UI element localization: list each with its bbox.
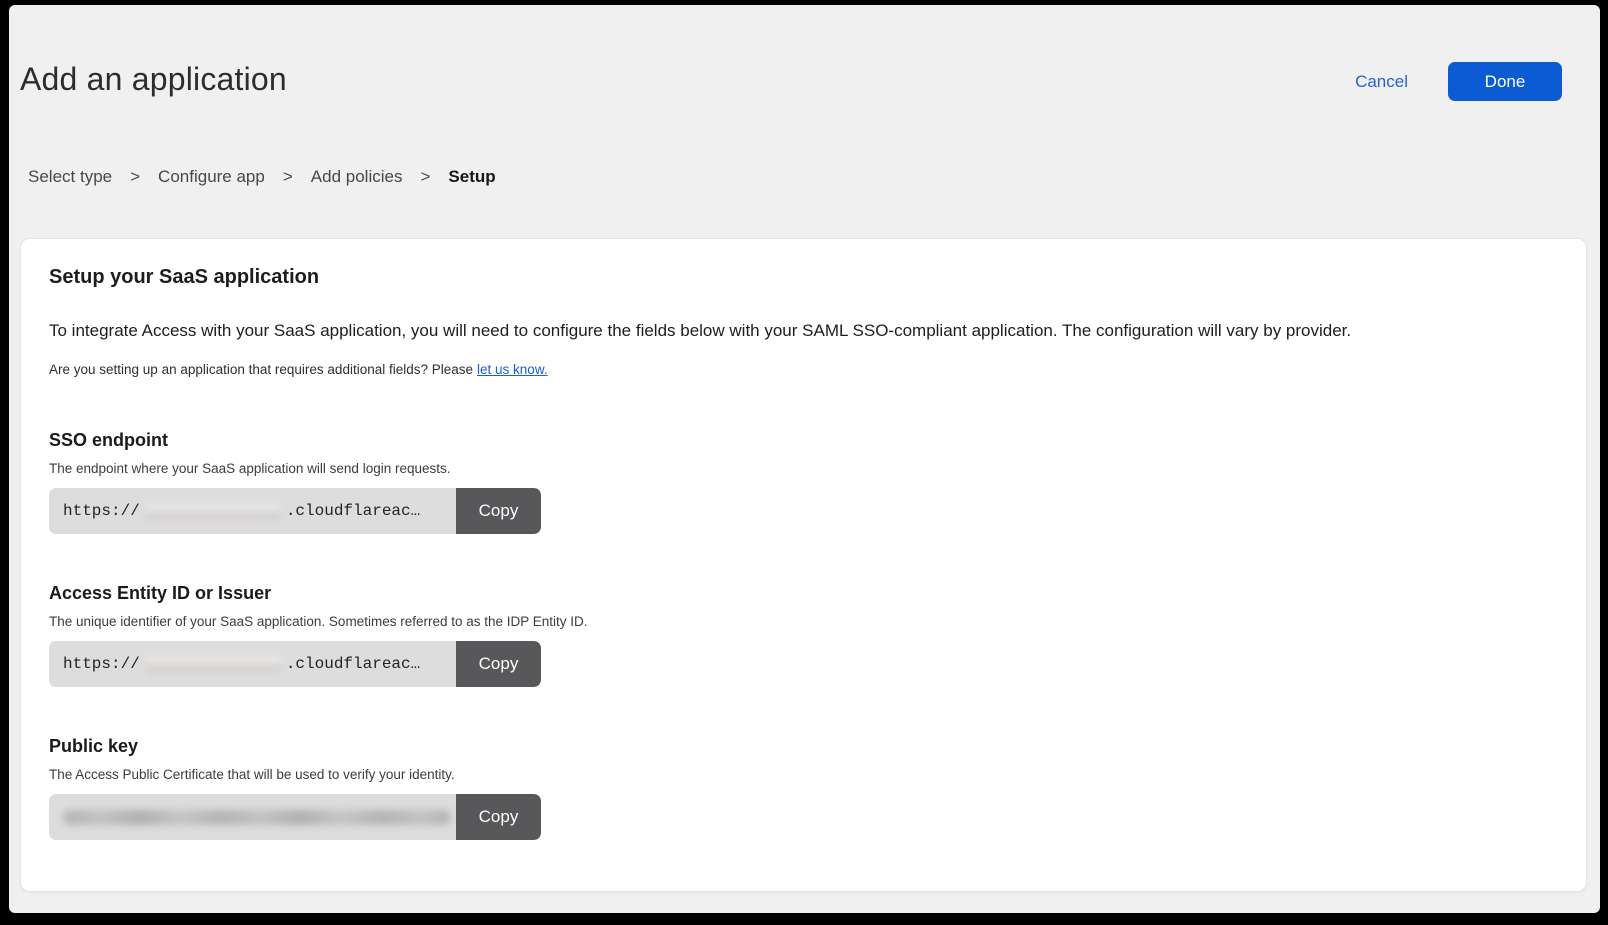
note-text: Are you setting up an application that r… bbox=[49, 362, 473, 377]
redacted-value-blur bbox=[143, 503, 283, 520]
field-value-suffix: .cloudflareac… bbox=[286, 502, 420, 520]
breadcrumb-step-select-type: Select type bbox=[28, 167, 112, 187]
header-actions: Cancel Done bbox=[1355, 62, 1562, 101]
card-title: Setup your SaaS application bbox=[49, 264, 1558, 291]
breadcrumb-separator: > bbox=[420, 167, 430, 187]
field-label: Public key bbox=[49, 736, 1558, 757]
additional-fields-note: Are you setting up an application that r… bbox=[49, 361, 1558, 378]
field-description: The unique identifier of your SaaS appli… bbox=[49, 613, 1558, 630]
field-section: Access Entity ID or Issuer The unique id… bbox=[49, 583, 1558, 687]
copy-button[interactable]: Copy bbox=[456, 794, 541, 840]
redacted-value-blur bbox=[63, 810, 451, 825]
cancel-button[interactable]: Cancel bbox=[1355, 72, 1408, 92]
breadcrumb: Select type > Configure app > Add polici… bbox=[28, 167, 1600, 187]
breadcrumb-separator: > bbox=[130, 167, 140, 187]
field-label: Access Entity ID or Issuer bbox=[49, 583, 1558, 604]
field-value-prefix: https:// bbox=[63, 502, 140, 520]
field-label: SSO endpoint bbox=[49, 430, 1558, 451]
card-intro: To integrate Access with your SaaS appli… bbox=[49, 319, 1549, 343]
app-window: Add an application Cancel Done Select ty… bbox=[9, 5, 1600, 913]
done-button[interactable]: Done bbox=[1448, 62, 1562, 101]
breadcrumb-step-setup: Setup bbox=[448, 167, 495, 187]
copy-button[interactable]: Copy bbox=[456, 641, 541, 687]
breadcrumb-separator: > bbox=[283, 167, 293, 187]
let-us-know-link[interactable]: let us know. bbox=[477, 362, 548, 377]
page-title: Add an application bbox=[20, 61, 287, 98]
field-value-row: https:// .cloudflareac… Copy bbox=[49, 488, 541, 534]
fields-container: SSO endpoint The endpoint where your Saa… bbox=[49, 430, 1558, 840]
setup-card: Setup your SaaS application To integrate… bbox=[20, 238, 1587, 892]
breadcrumb-step-add-policies: Add policies bbox=[311, 167, 403, 187]
field-value-prefix: https:// bbox=[63, 655, 140, 673]
field-section: SSO endpoint The endpoint where your Saa… bbox=[49, 430, 1558, 534]
page-header: Add an application Cancel Done bbox=[9, 5, 1600, 101]
redacted-value-blur bbox=[143, 656, 283, 673]
field-description: The endpoint where your SaaS application… bbox=[49, 460, 1558, 477]
field-value-box bbox=[49, 794, 456, 840]
copy-button[interactable]: Copy bbox=[456, 488, 541, 534]
breadcrumb-step-configure-app: Configure app bbox=[158, 167, 265, 187]
field-value-box: https:// .cloudflareac… bbox=[49, 641, 456, 687]
field-value-row: Copy bbox=[49, 794, 541, 840]
field-value-suffix: .cloudflareac… bbox=[286, 655, 420, 673]
field-description: The Access Public Certificate that will … bbox=[49, 766, 1558, 783]
field-value-row: https:// .cloudflareac… Copy bbox=[49, 641, 541, 687]
field-section: Public key The Access Public Certificate… bbox=[49, 736, 1558, 840]
field-value-box: https:// .cloudflareac… bbox=[49, 488, 456, 534]
